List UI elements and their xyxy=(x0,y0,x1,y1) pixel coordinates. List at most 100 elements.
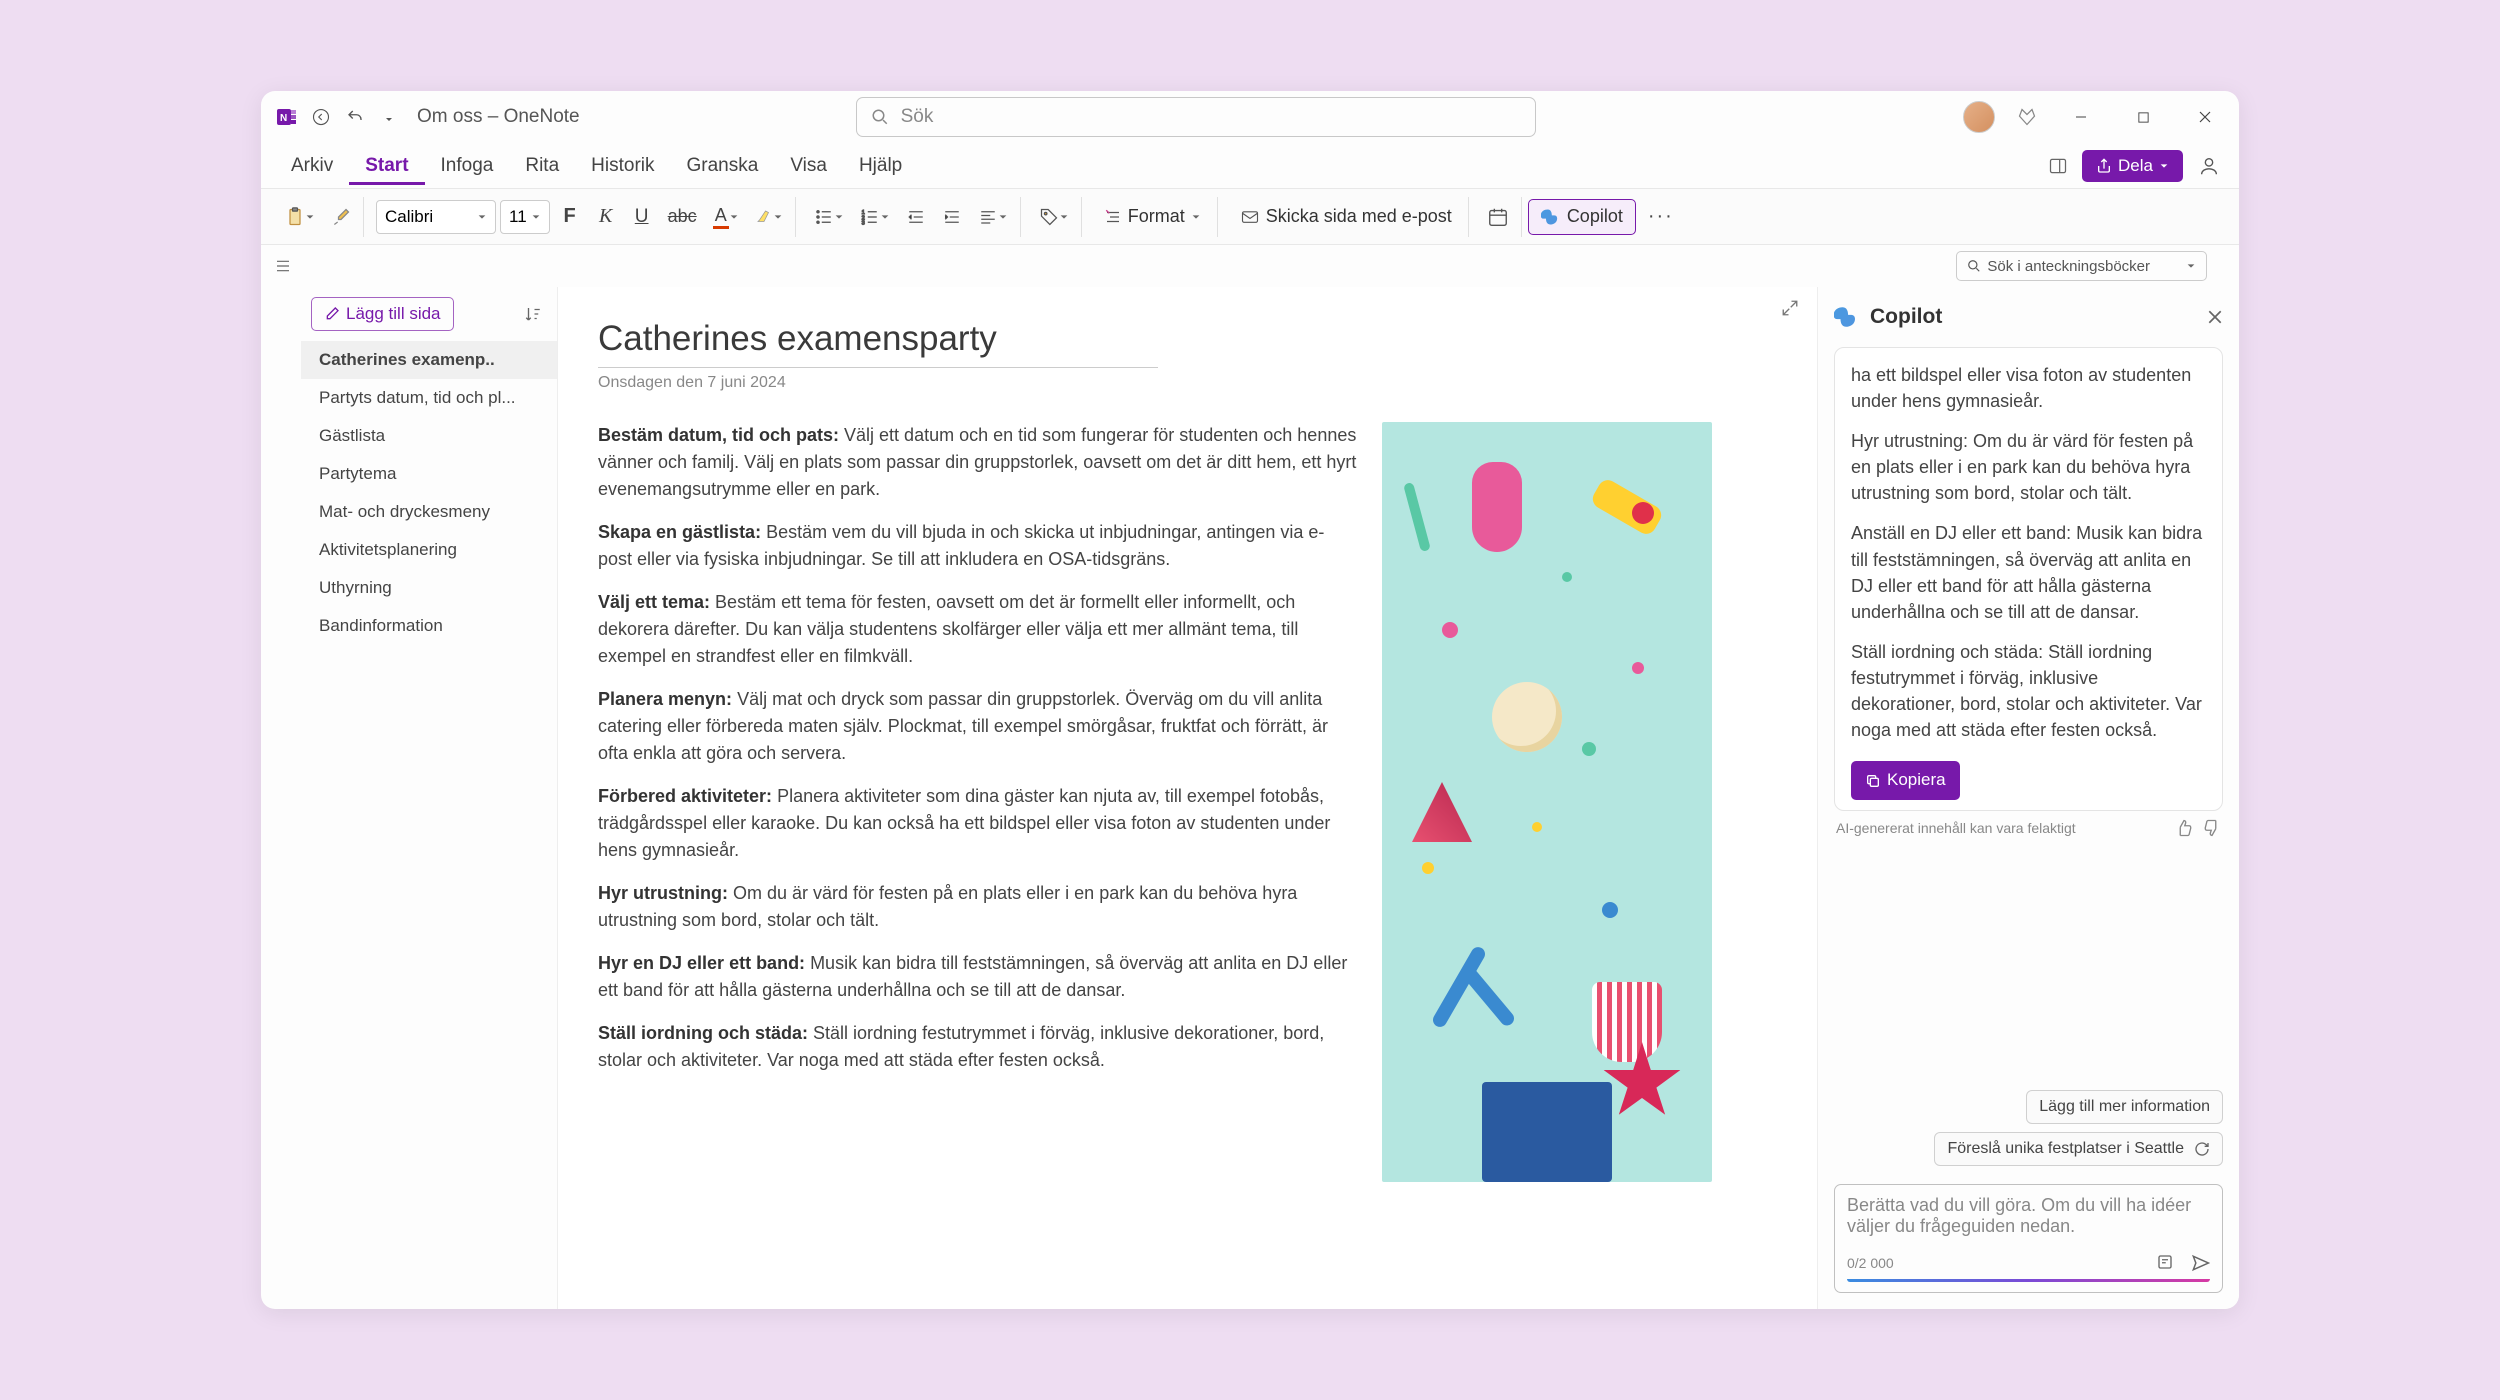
paste-button[interactable] xyxy=(279,199,321,235)
ribbon-overflow[interactable]: ··· xyxy=(1642,199,1680,235)
font-color-button[interactable]: A xyxy=(707,199,745,235)
copilot-header: Copilot xyxy=(1818,287,2239,347)
people-icon[interactable] xyxy=(2193,150,2225,182)
nav-toggle-icon[interactable] xyxy=(273,258,293,274)
highlight-button[interactable] xyxy=(749,199,789,235)
sort-button[interactable] xyxy=(519,300,547,328)
search-placeholder: Sök xyxy=(901,106,934,128)
copilot-title: Copilot xyxy=(1870,305,1942,329)
suggestion-chip[interactable]: Föreslå unika festplatser i Seattle xyxy=(1934,1132,2223,1166)
thumbs-down-button[interactable] xyxy=(2203,819,2221,837)
window-title: Om oss – OneNote xyxy=(417,106,580,128)
copilot-icon xyxy=(1541,207,1561,227)
refresh-icon xyxy=(2194,1141,2210,1157)
app-window: N Om oss – OneNote Sök ArkivStartInfogaR… xyxy=(261,91,2239,1309)
note-paragraph[interactable]: Bestäm datum, tid och pats: Välj ett dat… xyxy=(598,422,1358,503)
thumbs-up-button[interactable] xyxy=(2175,819,2193,837)
copilot-disclaimer-row: AI-genererat innehåll kan vara felaktigt xyxy=(1836,819,2221,837)
menu-item-visa[interactable]: Visa xyxy=(774,147,843,185)
bullets-button[interactable] xyxy=(808,199,850,235)
copilot-input[interactable]: Berätta vad du vill göra. Om du vill ha … xyxy=(1834,1184,2223,1293)
send-button[interactable] xyxy=(2190,1253,2210,1273)
note-paragraph[interactable]: Hyr en DJ eller ett band: Musik kan bidr… xyxy=(598,950,1358,1004)
page-item[interactable]: Partyts datum, tid och pl... xyxy=(301,379,557,417)
menu-item-start[interactable]: Start xyxy=(349,147,424,185)
sub-toolbar: Sök i anteckningsböcker xyxy=(261,245,2239,287)
undo-button[interactable] xyxy=(341,103,369,131)
note-canvas[interactable]: Catherines examensparty Onsdagen den 7 j… xyxy=(558,287,1817,1309)
search-icon xyxy=(871,108,889,126)
page-item[interactable]: Gästlista xyxy=(301,417,557,455)
page-item[interactable]: Uthyrning xyxy=(301,569,557,607)
font-size-select[interactable]: 11 xyxy=(500,200,550,234)
underline-button[interactable]: U xyxy=(626,199,658,235)
copy-button[interactable]: Kopiera xyxy=(1851,761,1960,800)
note-paragraph[interactable]: Hyr utrustning: Om du är värd för festen… xyxy=(598,880,1358,934)
tag-button[interactable] xyxy=(1033,199,1075,235)
svg-text:3: 3 xyxy=(861,220,864,226)
format-painter-button[interactable] xyxy=(325,199,357,235)
page-item[interactable]: Aktivitetsplanering xyxy=(301,531,557,569)
copy-icon xyxy=(1865,773,1881,789)
minimize-button[interactable] xyxy=(2059,97,2103,137)
add-page-button[interactable]: Lägg till sida xyxy=(311,297,454,331)
page-item[interactable]: Catherines examenp.. xyxy=(301,341,557,379)
copilot-body: ha ett bildspel eller visa foton av stud… xyxy=(1818,347,2239,1082)
note-paragraph[interactable]: Planera menyn: Välj mat och dryck som pa… xyxy=(598,686,1358,767)
close-button[interactable] xyxy=(2183,97,2227,137)
ribbon: Calibri 11 F K U abc A 123 Format xyxy=(261,189,2239,245)
note-text[interactable]: Bestäm datum, tid och pats: Välj ett dat… xyxy=(598,422,1358,1182)
page-date: Onsdagen den 7 juni 2024 xyxy=(598,374,1777,392)
menu-item-granska[interactable]: Granska xyxy=(671,147,775,185)
copilot-input-area: Berätta vad du vill göra. Om du vill ha … xyxy=(1818,1174,2239,1309)
numbering-button[interactable]: 123 xyxy=(854,199,896,235)
bold-button[interactable]: F xyxy=(554,199,586,235)
share-button[interactable]: Dela xyxy=(2082,150,2183,182)
premium-icon[interactable] xyxy=(2013,103,2041,131)
page-item[interactable]: Bandinformation xyxy=(301,607,557,645)
meeting-button[interactable] xyxy=(1481,199,1515,235)
copilot-ribbon-button[interactable]: Copilot xyxy=(1528,199,1636,235)
note-paragraph[interactable]: Skapa en gästlista: Bestäm vem du vill b… xyxy=(598,519,1358,573)
prompt-guide-icon[interactable] xyxy=(2156,1253,2174,1273)
svg-text:N: N xyxy=(280,113,287,124)
align-button[interactable] xyxy=(972,199,1014,235)
qat-dropdown[interactable] xyxy=(375,103,403,131)
note-paragraph[interactable]: Välj ett tema: Bestäm ett tema för feste… xyxy=(598,589,1358,670)
notebook-search[interactable]: Sök i anteckningsböcker xyxy=(1956,251,2207,281)
maximize-button[interactable] xyxy=(2121,97,2165,137)
page-item[interactable]: Partytema xyxy=(301,455,557,493)
italic-button[interactable]: K xyxy=(590,199,622,235)
share-label: Dela xyxy=(2118,156,2153,176)
suggestion-chip[interactable]: Lägg till mer information xyxy=(2026,1090,2223,1124)
user-avatar[interactable] xyxy=(1963,101,1995,133)
note-image[interactable] xyxy=(1382,422,1712,1182)
ai-disclaimer: AI-genererat innehåll kan vara felaktigt xyxy=(1836,820,2076,836)
page-title[interactable]: Catherines examensparty xyxy=(598,319,1158,359)
indent-button[interactable] xyxy=(936,199,968,235)
panel-toggle-icon[interactable] xyxy=(2044,152,2072,180)
edit-icon xyxy=(324,306,340,322)
outdent-button[interactable] xyxy=(900,199,932,235)
font-select[interactable]: Calibri xyxy=(376,200,496,234)
back-button[interactable] xyxy=(307,103,335,131)
menu-item-historik[interactable]: Historik xyxy=(575,147,670,185)
page-item[interactable]: Mat- och dryckesmeny xyxy=(301,493,557,531)
search-input[interactable]: Sök xyxy=(856,97,1536,137)
note-paragraph[interactable]: Förbered aktiviteter: Planera aktivitete… xyxy=(598,783,1358,864)
strikethrough-button[interactable]: abc xyxy=(662,199,703,235)
menu-bar-right: Dela xyxy=(2044,150,2225,182)
expand-icon[interactable] xyxy=(1781,299,1799,317)
email-page-button[interactable]: Skicka sida med e-post xyxy=(1230,199,1462,235)
menu-item-rita[interactable]: Rita xyxy=(509,147,575,185)
format-button[interactable]: Format xyxy=(1094,199,1211,235)
menu-bar: ArkivStartInfogaRitaHistorikGranskaVisaH… xyxy=(261,143,2239,189)
copilot-close-button[interactable] xyxy=(2207,309,2223,325)
menu-item-arkiv[interactable]: Arkiv xyxy=(275,147,349,185)
copilot-message: ha ett bildspel eller visa foton av stud… xyxy=(1834,347,2223,811)
menu-item-hjälp[interactable]: Hjälp xyxy=(843,147,918,185)
copilot-icon xyxy=(1834,304,1860,330)
menu-item-infoga[interactable]: Infoga xyxy=(425,147,510,185)
sidebar-header: Lägg till sida xyxy=(301,297,557,341)
note-paragraph[interactable]: Ställ iordning och städa: Ställ iordning… xyxy=(598,1020,1358,1074)
